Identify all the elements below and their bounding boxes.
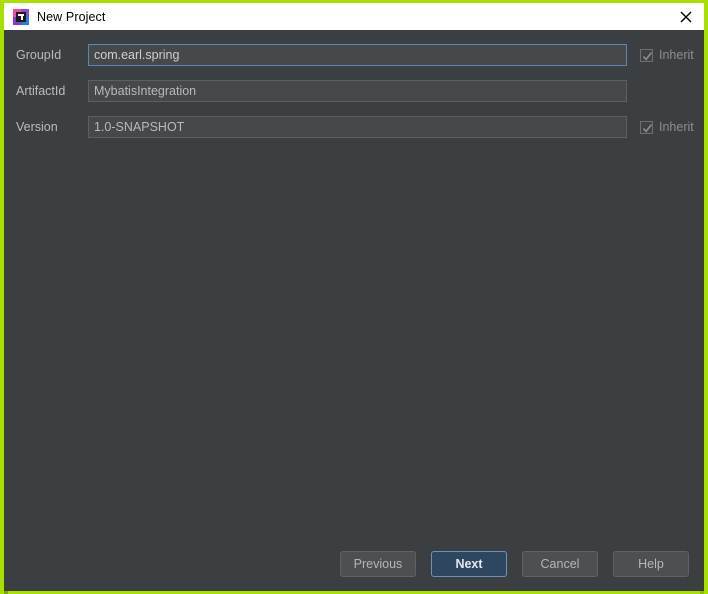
form-row-artifactid: ArtifactId Inherit	[16, 76, 692, 106]
help-button[interactable]: Help	[613, 551, 689, 577]
dialog-footer: Previous Next Cancel Help	[4, 551, 704, 577]
next-button[interactable]: Next	[431, 551, 507, 577]
form-row-groupid: GroupId Inherit	[16, 40, 694, 70]
form-row-version: Version Inherit	[16, 112, 694, 142]
version-label: Version	[16, 120, 58, 134]
version-inherit-checkbox[interactable]: Inherit	[640, 120, 694, 134]
version-inherit-label: Inherit	[659, 120, 694, 134]
maven-coordinates-form: GroupId Inherit ArtifactId	[4, 30, 704, 142]
checkmark-icon	[640, 48, 653, 62]
close-icon[interactable]	[668, 3, 704, 30]
groupid-inherit-checkbox[interactable]: Inherit	[640, 48, 694, 62]
dialog-body: GroupId Inherit ArtifactId	[4, 30, 704, 591]
artifactid-input[interactable]	[88, 80, 627, 102]
version-input[interactable]	[88, 116, 627, 138]
groupid-inherit-label: Inherit	[659, 48, 694, 62]
groupid-input[interactable]	[88, 44, 627, 66]
cancel-button[interactable]: Cancel	[522, 551, 598, 577]
previous-button[interactable]: Previous	[340, 551, 416, 577]
groupid-label: GroupId	[16, 48, 62, 62]
new-project-dialog: New Project GroupId Inherit	[0, 0, 708, 594]
title-bar: New Project	[4, 3, 704, 30]
checkmark-icon	[640, 120, 653, 134]
window-title: New Project	[37, 9, 106, 24]
intellij-idea-icon	[13, 8, 29, 25]
artifactid-label: ArtifactId	[16, 84, 66, 98]
